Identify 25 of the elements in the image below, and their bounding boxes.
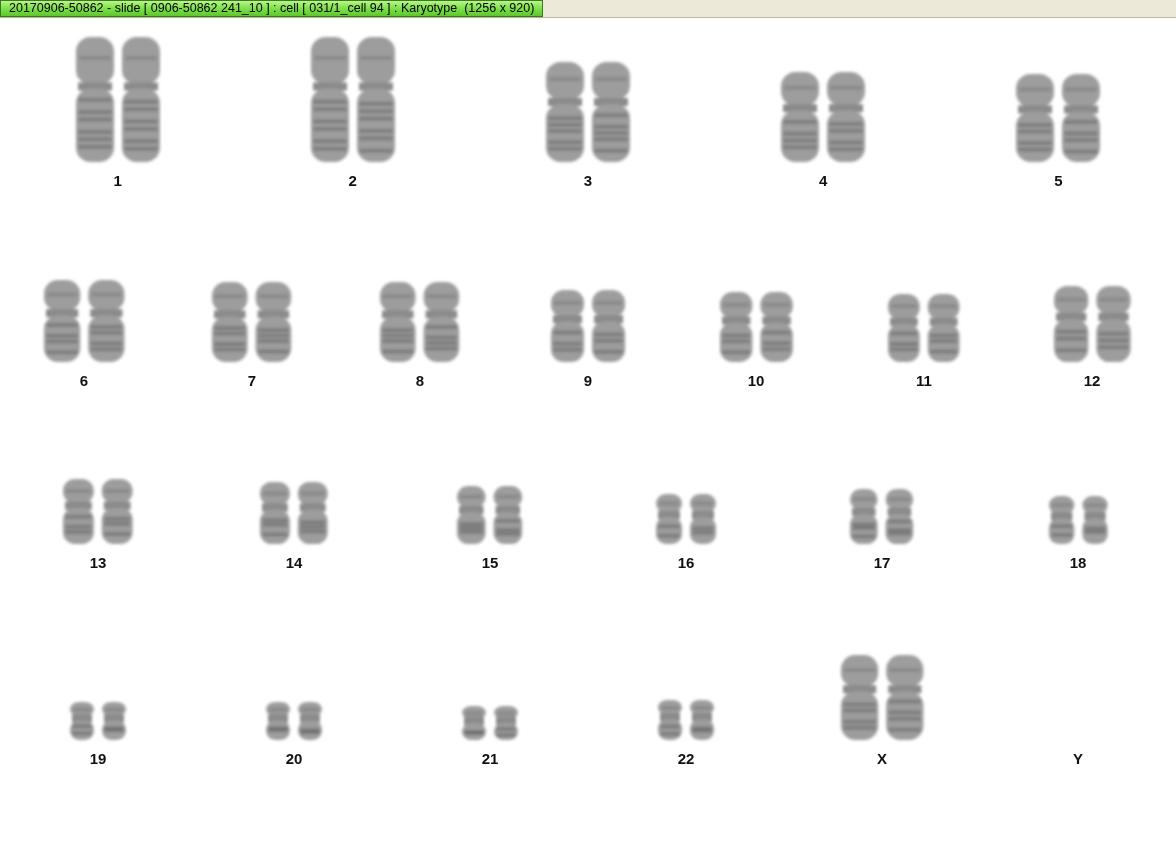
chromosome-label: 1 (113, 172, 122, 190)
chromosome-label: 4 (819, 172, 828, 190)
chromosome-label: 7 (247, 372, 257, 390)
chromosome-label: 8 (415, 372, 425, 390)
chromosome-label: 14 (285, 554, 303, 572)
chromosome-label: 15 (481, 554, 499, 572)
chromosome-label: 9 (583, 372, 593, 390)
window-title: 20170906-50862 - slide [ 0906-50862 241_10 ] : cell [ 031/1_cell 94 ] : Karyotype (1256 x 920) (0, 0, 544, 17)
chromosome-label: 10 (747, 372, 765, 390)
chromosome-label: 11 (916, 372, 932, 390)
chromosome-label: 6 (79, 372, 89, 390)
chromosome-label: 20 (285, 750, 303, 768)
chromosome-label: 13 (89, 554, 107, 572)
chromosome-label: 16 (677, 554, 695, 572)
chromosome-label: 12 (1083, 372, 1101, 390)
chromosome-label: 17 (873, 554, 891, 572)
chromosome-label: 18 (1069, 554, 1087, 572)
chromosome-label: Y (1073, 750, 1083, 768)
chromosome-label: X (877, 750, 887, 768)
chromosome-label: 22 (677, 750, 695, 768)
chromosome-label: 3 (583, 172, 593, 190)
chromosome-label: 5 (1054, 172, 1063, 190)
chromosome-label: 19 (89, 750, 107, 768)
chromosome-label: 2 (348, 172, 357, 190)
chromosome-label: 21 (481, 750, 499, 768)
